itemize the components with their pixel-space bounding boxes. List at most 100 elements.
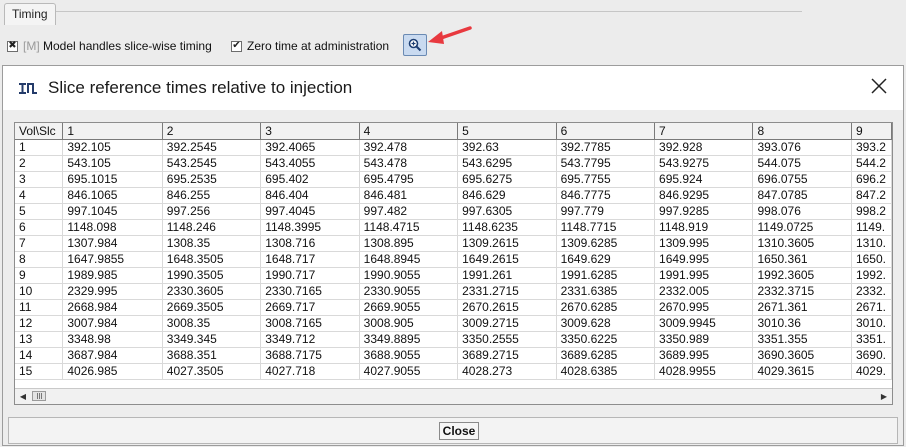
time-value-cell[interactable]: 3008.7165	[260, 315, 360, 332]
time-value-cell[interactable]: 1148.246	[162, 219, 262, 236]
time-value-cell[interactable]: 4026.985	[62, 363, 163, 380]
table-row[interactable]: 1 392.105 392.2545 392.4065 392.478 392.63 392…	[15, 139, 892, 156]
time-value-cell[interactable]: 1308.716	[260, 235, 360, 252]
volume-index-cell[interactable]: 14	[15, 347, 64, 364]
time-value-cell[interactable]: 1149.	[851, 219, 892, 236]
time-value-cell[interactable]: 3690.3605	[752, 347, 852, 364]
column-header-vol-slc[interactable]: Vol\Slc	[15, 123, 64, 140]
time-value-cell[interactable]: 3687.984	[62, 347, 163, 364]
time-value-cell[interactable]: 392.7785	[556, 139, 656, 156]
time-value-cell[interactable]: 847.2	[851, 187, 892, 204]
time-value-cell[interactable]: 2331.6385	[556, 283, 656, 300]
volume-index-cell[interactable]: 11	[15, 299, 64, 316]
time-value-cell[interactable]: 1308.895	[359, 235, 459, 252]
time-value-cell[interactable]: 1992.	[851, 267, 892, 284]
time-value-cell[interactable]: 2332.3715	[752, 283, 852, 300]
time-value-cell[interactable]: 543.6295	[457, 155, 557, 172]
volume-index-cell[interactable]: 13	[15, 331, 64, 348]
time-value-cell[interactable]: 2332.005	[654, 283, 754, 300]
time-value-cell[interactable]: 3350.6225	[556, 331, 656, 348]
time-value-cell[interactable]: 544.075	[752, 155, 852, 172]
column-header-slice[interactable]: 9	[851, 123, 892, 140]
time-value-cell[interactable]: 392.105	[62, 139, 163, 156]
time-value-cell[interactable]: 1307.984	[62, 235, 163, 252]
time-value-cell[interactable]: 846.629	[457, 187, 557, 204]
time-value-cell[interactable]: 2670.995	[654, 299, 754, 316]
time-value-cell[interactable]: 3010.	[851, 315, 892, 332]
zero-time-option[interactable]: ✔ Zero time at administration	[231, 36, 389, 56]
time-value-cell[interactable]: 2668.984	[62, 299, 163, 316]
time-value-cell[interactable]: 1649.629	[556, 251, 656, 268]
volume-index-cell[interactable]: 1	[15, 139, 64, 156]
time-value-cell[interactable]: 543.478	[359, 155, 459, 172]
column-header-slice[interactable]: 1	[62, 123, 163, 140]
time-value-cell[interactable]: 1648.3505	[162, 251, 262, 268]
time-value-cell[interactable]: 1991.6285	[556, 267, 656, 284]
time-value-cell[interactable]: 2669.717	[260, 299, 360, 316]
time-value-cell[interactable]: 2669.9055	[359, 299, 459, 316]
time-value-cell[interactable]: 997.482	[359, 203, 459, 220]
column-header-slice[interactable]: 2	[162, 123, 262, 140]
volume-index-cell[interactable]: 4	[15, 187, 64, 204]
time-value-cell[interactable]: 393.076	[752, 139, 852, 156]
time-value-cell[interactable]: 998.2	[851, 203, 892, 220]
time-value-cell[interactable]: 392.478	[359, 139, 459, 156]
time-value-cell[interactable]: 847.0785	[752, 187, 852, 204]
time-value-cell[interactable]: 4029.	[851, 363, 892, 380]
time-value-cell[interactable]: 3007.984	[62, 315, 163, 332]
time-value-cell[interactable]: 2671.	[851, 299, 892, 316]
table-row[interactable]: 14 3687.984 3688.351 3688.7175 3688.9055 3689…	[15, 347, 892, 364]
volume-index-cell[interactable]: 2	[15, 155, 64, 172]
time-value-cell[interactable]: 1989.985	[62, 267, 163, 284]
time-value-cell[interactable]: 997.1045	[62, 203, 163, 220]
time-value-cell[interactable]: 846.7775	[556, 187, 656, 204]
time-value-cell[interactable]: 3349.8895	[359, 331, 459, 348]
time-value-cell[interactable]: 3351.355	[752, 331, 852, 348]
time-value-cell[interactable]: 846.9295	[654, 187, 754, 204]
scrollbar-thumb[interactable]	[32, 391, 46, 401]
table-row[interactable]: 11 2668.984 2669.3505 2669.717 2669.9055 2670…	[15, 299, 892, 316]
time-value-cell[interactable]: 3349.345	[162, 331, 262, 348]
column-header-slice[interactable]: 8	[752, 123, 852, 140]
time-value-cell[interactable]: 3349.712	[260, 331, 360, 348]
time-value-cell[interactable]: 544.2	[851, 155, 892, 172]
time-value-cell[interactable]: 1649.995	[654, 251, 754, 268]
close-icon[interactable]	[869, 76, 889, 96]
table-row[interactable]: 8 1647.9855 1648.3505 1648.717 1648.8945 1649…	[15, 251, 892, 268]
close-button[interactable]: Close	[439, 422, 479, 440]
time-value-cell[interactable]: 997.6305	[457, 203, 557, 220]
time-value-cell[interactable]: 1991.995	[654, 267, 754, 284]
table-row[interactable]: 7 1307.984 1308.35 1308.716 1308.895 1309.261…	[15, 235, 892, 252]
time-value-cell[interactable]: 997.256	[162, 203, 262, 220]
column-header-slice[interactable]: 5	[457, 123, 557, 140]
zoom-button[interactable]	[403, 34, 427, 56]
time-value-cell[interactable]: 1990.9055	[359, 267, 459, 284]
time-value-cell[interactable]: 2330.3605	[162, 283, 262, 300]
time-value-cell[interactable]: 1310.3605	[752, 235, 852, 252]
time-value-cell[interactable]: 1650.361	[752, 251, 852, 268]
scroll-left-icon[interactable]: ◀	[15, 389, 31, 404]
time-value-cell[interactable]: 543.105	[62, 155, 163, 172]
time-value-cell[interactable]: 3351.	[851, 331, 892, 348]
time-value-cell[interactable]: 2331.2715	[457, 283, 557, 300]
time-value-cell[interactable]: 846.1065	[62, 187, 163, 204]
time-value-cell[interactable]: 695.402	[260, 171, 360, 188]
scroll-right-icon[interactable]: ▶	[876, 389, 892, 404]
time-value-cell[interactable]: 695.924	[654, 171, 754, 188]
model-slice-timing-checkbox[interactable]: ✖	[7, 40, 18, 52]
time-value-cell[interactable]: 1649.2615	[457, 251, 557, 268]
time-value-cell[interactable]: 1648.717	[260, 251, 360, 268]
time-value-cell[interactable]: 2669.3505	[162, 299, 262, 316]
volume-index-cell[interactable]: 3	[15, 171, 64, 188]
time-value-cell[interactable]: 3688.7175	[260, 347, 360, 364]
time-value-cell[interactable]: 1148.6235	[457, 219, 557, 236]
time-value-cell[interactable]: 997.779	[556, 203, 656, 220]
time-value-cell[interactable]: 3010.36	[752, 315, 852, 332]
time-value-cell[interactable]: 3689.2715	[457, 347, 557, 364]
time-value-cell[interactable]: 1148.4715	[359, 219, 459, 236]
time-value-cell[interactable]: 1309.6285	[556, 235, 656, 252]
time-value-cell[interactable]: 4027.3505	[162, 363, 262, 380]
time-value-cell[interactable]: 1148.098	[62, 219, 163, 236]
time-value-cell[interactable]: 1647.9855	[62, 251, 163, 268]
time-value-cell[interactable]: 1308.35	[162, 235, 262, 252]
